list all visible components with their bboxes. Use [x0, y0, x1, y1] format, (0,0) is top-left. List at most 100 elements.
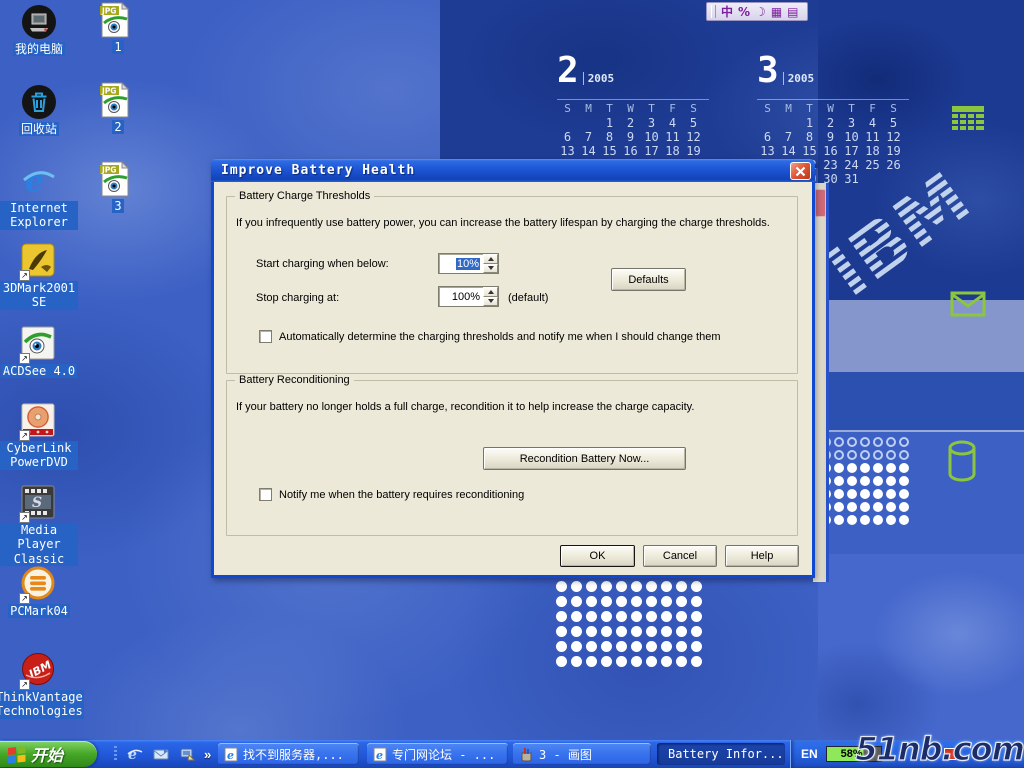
shortcut-arrow-icon: ↗ — [19, 593, 30, 604]
dot — [860, 515, 870, 525]
calendar-day: 13 — [557, 144, 578, 158]
calendar-day: 5 — [883, 116, 904, 130]
desktop-icon-recycle-bin[interactable]: 回收站 — [0, 84, 78, 136]
ime-menu-icon[interactable]: ▤ — [787, 6, 798, 18]
start-button[interactable]: 开始 — [0, 741, 97, 767]
show-desktop-icon[interactable] — [178, 746, 195, 763]
dot — [646, 626, 657, 637]
desktop: IBM 中 % ☽ ▦ ▤ 2 2005 SMTWTFS123456789101… — [0, 0, 1024, 768]
calendar-day: 9 — [820, 130, 841, 144]
dots-grid-bottom — [556, 581, 702, 667]
calendar-day: 19 — [883, 144, 904, 158]
ie-page-icon: e — [224, 747, 238, 762]
dot — [676, 611, 687, 622]
calendar-year: 2005 — [783, 72, 815, 85]
taskbar-button-label: 3 - 画图 — [539, 746, 592, 763]
taskbar-button-ie-1[interactable]: e 找不到服务器,... — [218, 743, 359, 765]
recondition-battery-button[interactable]: Recondition Battery Now... — [483, 447, 686, 470]
ime-width-icon[interactable]: % — [738, 6, 750, 18]
calendar-day: 18 — [662, 144, 683, 158]
stop-charging-spinner[interactable]: 100% — [438, 286, 499, 307]
close-button[interactable] — [790, 162, 811, 180]
desktop-icon-internet-explorer[interactable]: e Internet Explorer — [0, 163, 78, 230]
stop-charging-value[interactable]: 100% — [439, 287, 483, 306]
dot — [834, 437, 844, 447]
calendar-day: 6 — [757, 130, 778, 144]
defaults-button[interactable]: Defaults — [611, 268, 686, 291]
desktop-icon-3dmark2001[interactable]: ↗ 3DMark2001 SE — [0, 243, 78, 310]
drag-handle-icon[interactable] — [711, 5, 716, 18]
desktop-icon-jpg-2[interactable]: JPG 2 — [92, 82, 144, 134]
ime-keyboard-icon[interactable]: ▦ — [771, 6, 782, 18]
shortcut-arrow-icon: ↗ — [19, 679, 30, 690]
taskbar-button-label: Battery Infor... — [668, 747, 784, 761]
language-indicator[interactable]: EN — [801, 747, 818, 761]
ie-quicklaunch-icon[interactable]: e — [126, 746, 143, 763]
dot — [899, 450, 909, 460]
start-charging-value[interactable]: 10% — [439, 254, 483, 273]
ok-button[interactable]: OK — [560, 545, 635, 567]
spinner-down-icon[interactable] — [483, 297, 498, 307]
dot — [860, 489, 870, 499]
auto-determine-checkbox[interactable] — [259, 330, 272, 343]
stop-charging-label: Stop charging at: — [256, 292, 339, 304]
desktop-icon-media-player-classic[interactable]: S ↗ Media Player Classic — [0, 485, 78, 566]
dot — [899, 502, 909, 512]
chevron-more-icon[interactable]: » — [204, 747, 211, 762]
taskbar-button-paint[interactable]: 3 - 画图 — [513, 743, 651, 765]
spinner-up-icon[interactable] — [483, 287, 498, 297]
system-tray: EN 58% — [790, 740, 1024, 768]
desktop-icon-jpg-1[interactable]: JPG 1 — [92, 2, 144, 54]
dot — [847, 502, 857, 512]
spinner-down-icon[interactable] — [483, 264, 498, 274]
calendar-weekday: W — [820, 102, 841, 116]
desktop-icon-jpg-3[interactable]: JPG 3 — [92, 161, 144, 213]
dot — [601, 656, 612, 667]
ime-chinese-icon[interactable]: 中 — [721, 6, 733, 18]
dot — [834, 502, 844, 512]
dot — [586, 596, 597, 607]
dialog-titlebar[interactable]: Improve Battery Health — [211, 159, 815, 182]
taskbar-button-ie-2[interactable]: e 专门网论坛 - ... — [367, 743, 508, 765]
calendar-month: 2 — [557, 55, 579, 87]
calendar-weekday: T — [799, 102, 820, 116]
calendar-day — [757, 116, 778, 130]
calendar-day: 3 — [641, 116, 662, 130]
svg-text:e: e — [376, 749, 383, 762]
taskbar: 开始 e » e 找不到服务器,... e 专门网论坛 - ... — [0, 740, 1024, 768]
icon-label: 3DMark2001 SE — [0, 281, 78, 310]
calendar-day: 16 — [820, 144, 841, 158]
jpg-file-icon: JPG — [100, 161, 136, 197]
desktop-icon-powerdvd[interactable]: ↗ CyberLink PowerDVD — [0, 403, 78, 470]
outlook-express-icon[interactable] — [152, 746, 169, 763]
battery-meter-icon[interactable]: 58% — [826, 746, 882, 762]
language-bar[interactable]: 中 % ☽ ▦ ▤ — [706, 2, 808, 21]
battery-percent: 58% — [841, 748, 863, 760]
dot — [847, 437, 857, 447]
help-button[interactable]: Help — [725, 545, 799, 567]
calendar-day: 3 — [841, 116, 862, 130]
desktop-icon-my-computer[interactable]: 我的电脑 — [0, 4, 78, 56]
calendar-weekday: M — [578, 102, 599, 116]
dot — [631, 596, 642, 607]
dot — [899, 515, 909, 525]
tray-notification-icon[interactable] — [944, 748, 956, 760]
calendar-day: 8 — [599, 130, 620, 144]
taskbar-button-battery-information[interactable]: ! Battery Infor... — [657, 743, 785, 765]
desktop-icon-acdsee[interactable]: ↗ ACDSee 4.0 — [0, 326, 78, 378]
grid-icon — [951, 105, 985, 132]
dot — [556, 641, 567, 652]
desktop-icon-thinkvantage[interactable]: IBM ↗ ThinkVantage Technologies — [0, 652, 78, 719]
ime-punctuation-icon[interactable]: ☽ — [755, 6, 766, 18]
dot — [601, 581, 612, 592]
svg-text:e: e — [227, 749, 234, 762]
calendar-day: 11 — [862, 130, 883, 144]
dot — [646, 656, 657, 667]
cancel-button[interactable]: Cancel — [643, 545, 717, 567]
spinner-up-icon[interactable] — [483, 254, 498, 264]
calendar-day: 5 — [683, 116, 704, 130]
notify-recondition-checkbox[interactable] — [259, 488, 272, 501]
dot — [586, 656, 597, 667]
desktop-icon-pcmark04[interactable]: ↗ PCMark04 — [0, 566, 78, 618]
start-charging-spinner[interactable]: 10% — [438, 253, 499, 274]
